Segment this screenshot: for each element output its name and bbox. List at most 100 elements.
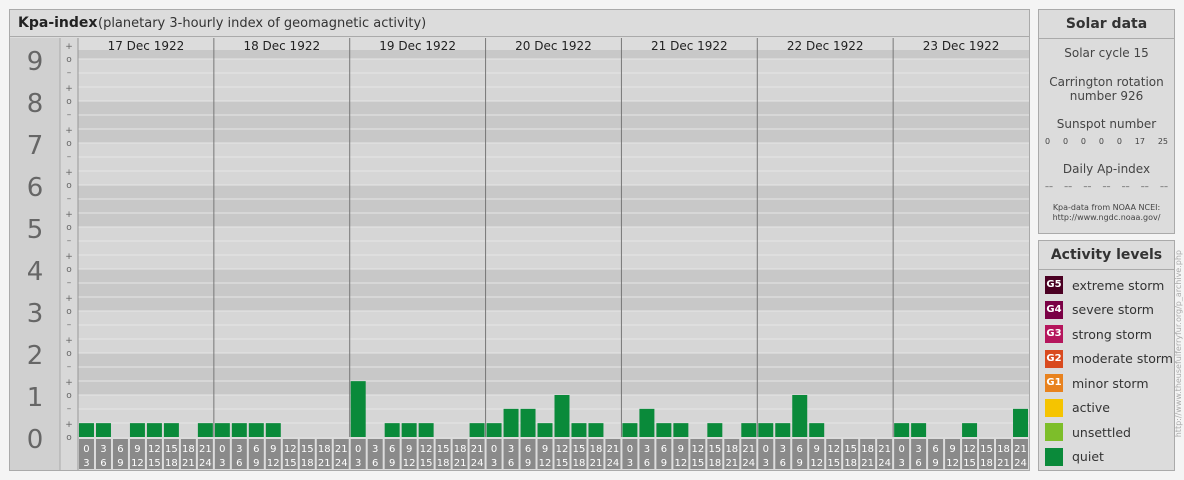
carrington-line-2: number 926 xyxy=(1069,89,1144,103)
slot-start-label: 3 xyxy=(915,444,921,455)
sunspot-label: Sunspot number xyxy=(1056,117,1157,131)
ap-value: –– xyxy=(1064,182,1073,191)
activity-level-item: G1 minor storm xyxy=(1045,373,1149,393)
day-label: 21 Dec 1922 xyxy=(651,39,728,53)
slot-start-label: 18 xyxy=(454,444,467,455)
slot-end-label: 3 xyxy=(83,458,89,469)
y-tick-label: 7 xyxy=(27,131,44,161)
y-subtick-label: o xyxy=(66,55,72,65)
ap-value: –– xyxy=(1045,182,1053,191)
ap-value: –– xyxy=(1159,182,1168,191)
kp-bar xyxy=(129,423,145,437)
y-tick-label: 5 xyxy=(27,215,44,245)
level-swatch: G4 xyxy=(1045,300,1063,319)
slot-end-label: 9 xyxy=(389,458,395,469)
slot-end-label: 15 xyxy=(148,458,161,469)
slot-start-label: 12 xyxy=(420,444,433,455)
slot-start-label: 9 xyxy=(134,444,140,455)
y-subtick-label: o xyxy=(66,349,72,359)
level-swatch: G1 xyxy=(1045,374,1063,392)
slot-start-label: 12 xyxy=(556,444,569,455)
day-label: 20 Dec 1922 xyxy=(515,39,592,53)
day-label: 18 Dec 1922 xyxy=(243,39,320,53)
slot-end-label: 9 xyxy=(525,458,531,469)
slot-start-label: 6 xyxy=(525,444,531,455)
activity-level-item: G2 moderate storm xyxy=(1045,349,1173,369)
chart-title: Kpa-index xyxy=(18,15,98,31)
level-label: unsettled xyxy=(1072,424,1131,440)
kp-bar xyxy=(214,423,230,437)
slot-start-label: 15 xyxy=(301,444,314,455)
slot-end-label: 21 xyxy=(454,458,467,469)
slot-end-label: 21 xyxy=(725,458,738,469)
slot-start-label: 18 xyxy=(590,444,603,455)
slot-start-label: 21 xyxy=(471,444,484,455)
slot-end-label: 12 xyxy=(403,458,416,469)
slot-start-label: 18 xyxy=(318,444,331,455)
activity-level-item: G5 extreme storm xyxy=(1045,275,1164,295)
ap-value: –– xyxy=(1121,182,1130,191)
slot-start-label: 0 xyxy=(355,444,361,455)
slot-start-label: 0 xyxy=(219,444,225,455)
ap-value: –– xyxy=(1140,182,1149,191)
slot-start-label: 3 xyxy=(508,444,514,455)
slot-start-label: 12 xyxy=(963,444,976,455)
slot-end-label: 6 xyxy=(915,458,921,469)
slot-end-label: 9 xyxy=(797,458,803,469)
slot-start-label: 0 xyxy=(763,444,769,455)
kp-bar xyxy=(758,423,774,437)
kp-bar xyxy=(911,423,927,437)
y-subtick-label: + xyxy=(65,84,73,94)
slot-start-label: 12 xyxy=(827,444,840,455)
kp-bar xyxy=(775,423,791,437)
slot-end-label: 18 xyxy=(844,458,857,469)
level-label: extreme storm xyxy=(1072,277,1165,293)
kp-bar xyxy=(622,423,638,437)
y-subtick-label: + xyxy=(65,126,73,136)
slot-start-label: 3 xyxy=(780,444,786,455)
level-swatch: G3 xyxy=(1045,325,1063,343)
slot-end-label: 15 xyxy=(556,458,569,469)
kp-bar xyxy=(231,423,247,437)
slot-end-label: 18 xyxy=(437,458,450,469)
kp-bar xyxy=(741,423,757,437)
slot-end-label: 24 xyxy=(199,458,212,469)
kp-bar xyxy=(418,423,434,437)
slot-start-label: 6 xyxy=(661,444,667,455)
kpa-chart-panel: 0 + o 1 + o – 2 + o – 3 + o – 4 + o – 5 + o – 6 + o – 7 + o – 8 + o – 9 + o – 1… xyxy=(9,9,1030,471)
slot-end-label: 18 xyxy=(165,458,178,469)
activity-level-item: active xyxy=(1045,398,1110,418)
slot-start-label: 6 xyxy=(389,444,395,455)
slot-start-label: 21 xyxy=(878,444,891,455)
activity-levels-panel: Activity levels G5 extreme storm G4 severe … xyxy=(1038,240,1175,471)
kp-bar xyxy=(350,381,366,437)
slot-start-label: 15 xyxy=(573,444,586,455)
slot-end-label: 6 xyxy=(100,458,106,469)
kp-bar xyxy=(486,423,502,437)
y-subtick-label: – xyxy=(67,404,72,414)
slot-start-label: 3 xyxy=(372,444,378,455)
solar-data-title: Solar data xyxy=(1039,10,1174,39)
kp-bar xyxy=(656,423,672,437)
slot-start-label: 6 xyxy=(797,444,803,455)
kp-bar xyxy=(1013,408,1028,437)
y-band xyxy=(78,59,1029,101)
slot-start-label: 15 xyxy=(165,444,178,455)
ap-values: –– –– –– –– –– –– –– xyxy=(1045,182,1168,191)
kp-bar xyxy=(197,423,213,437)
level-label: quiet xyxy=(1072,449,1104,464)
slot-end-label: 24 xyxy=(607,458,620,469)
sunspot-value: 0 xyxy=(1098,137,1104,146)
day-label: 22 Dec 1922 xyxy=(787,39,864,53)
slot-start-label: 21 xyxy=(607,444,620,455)
slot-start-label: 18 xyxy=(182,444,195,455)
y-band xyxy=(78,143,1029,185)
slot-end-label: 6 xyxy=(236,458,242,469)
kp-bar xyxy=(79,423,94,437)
slot-end-label: 21 xyxy=(861,458,874,469)
slot-start-label: 6 xyxy=(253,444,259,455)
y-tick-label: 9 xyxy=(27,47,44,77)
y-subtick-label: o xyxy=(66,97,72,107)
slot-start-label: 0 xyxy=(627,444,633,455)
level-label: moderate storm xyxy=(1072,351,1173,366)
